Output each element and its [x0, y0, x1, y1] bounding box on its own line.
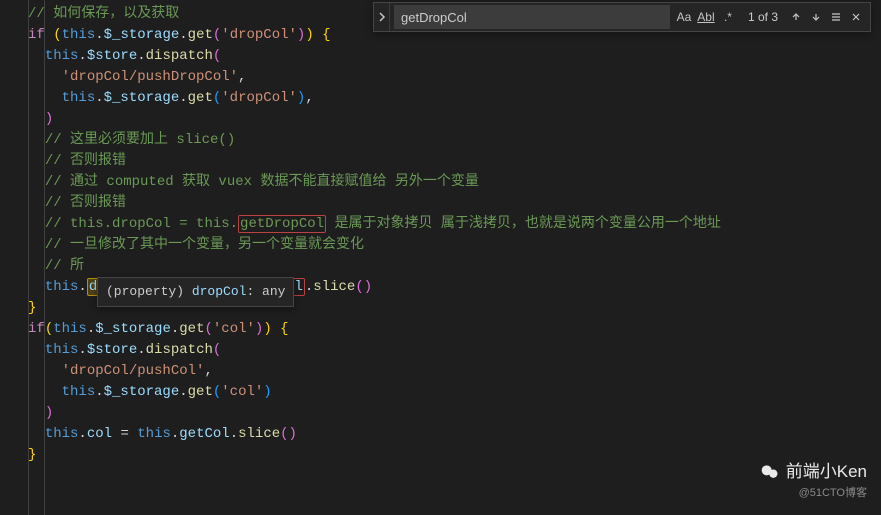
comment: // this.dropCol = this.getDropCol 是属于对象拷…: [45, 215, 721, 233]
hover-tooltip: (property) dropCol: any: [97, 277, 294, 307]
find-widget: Aa Abl .* 1 of 3: [373, 2, 871, 32]
watermark: 前端小Ken @51CTO博客: [760, 459, 867, 501]
toggle-replace-button[interactable]: [374, 3, 390, 31]
whole-word-toggle[interactable]: Abl: [696, 7, 716, 27]
close-find-button[interactable]: [846, 7, 866, 27]
wechat-icon: [760, 462, 780, 482]
comment: // 一旦修改了其中一个变量，另一个变量就会变化: [45, 237, 364, 253]
comment: // 否则报错: [45, 153, 126, 169]
regex-toggle[interactable]: .*: [718, 7, 738, 27]
find-input[interactable]: [394, 5, 670, 29]
match-count: 1 of 3: [748, 8, 778, 26]
code-editor[interactable]: // 如何保存，以及获取 if (this.$_storage.get('dro…: [0, 0, 881, 470]
comment: // 所: [45, 258, 84, 274]
comment: // 这里必须要加上 slice(): [45, 132, 235, 148]
comment: // 否则报错: [45, 195, 126, 211]
keyword-if: if: [28, 27, 45, 43]
prev-match-button[interactable]: [786, 7, 806, 27]
comment: // 如何保存，以及获取: [28, 6, 179, 22]
next-match-button[interactable]: [806, 7, 826, 27]
comment: // 通过 computed 获取 vuex 数据不能直接赋值给 另外一个变量: [45, 174, 479, 190]
find-in-selection-button[interactable]: [826, 7, 846, 27]
search-match: getDropCol: [238, 215, 326, 233]
match-case-toggle[interactable]: Aa: [674, 7, 694, 27]
